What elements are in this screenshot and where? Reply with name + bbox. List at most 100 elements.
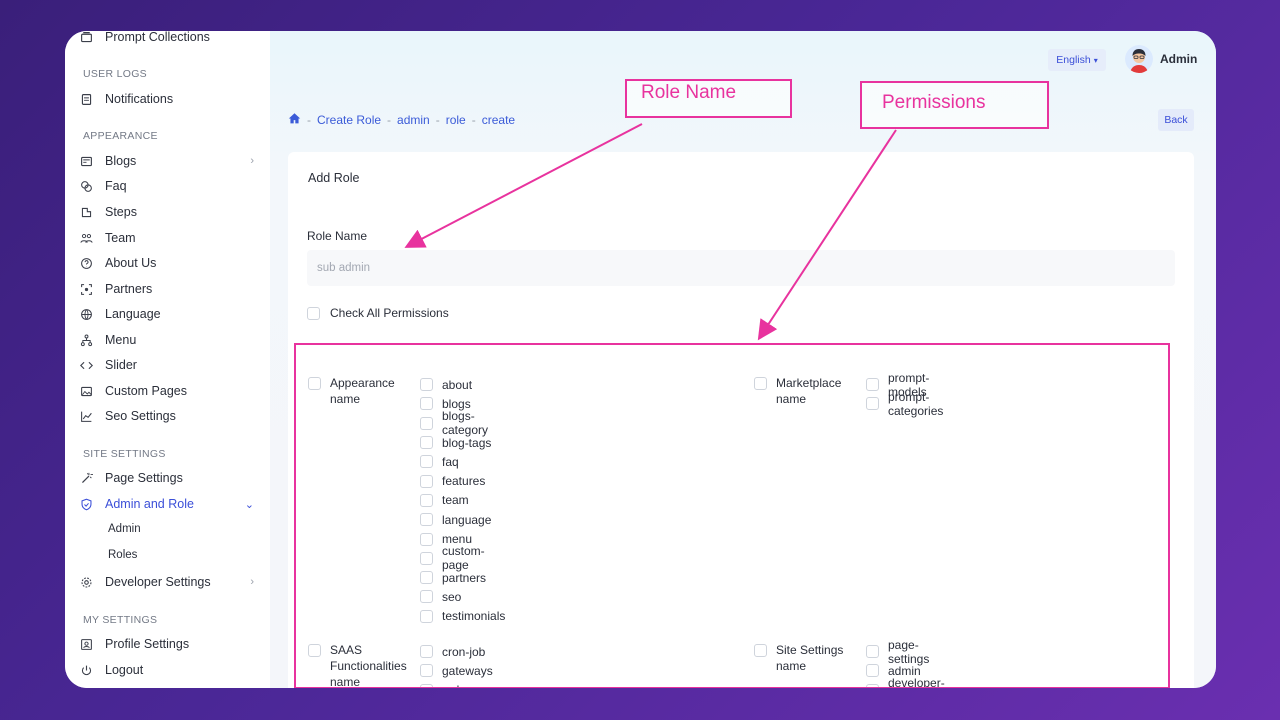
permission-item[interactable]: faq [420,452,505,471]
permission-checkbox[interactable] [866,397,879,411]
chevron-right-icon: › [250,155,254,167]
sidebar-item-custom-pages[interactable]: Custom Pages [79,381,264,401]
permission-label: team [442,493,469,508]
permission-item[interactable]: features [420,471,505,490]
permission-checkbox[interactable] [866,683,879,687]
permission-item[interactable]: order [420,681,493,687]
language-dropdown[interactable]: English ▾ [1048,49,1106,71]
sidebar-item-label: Notifications [105,92,174,106]
sidebar-item-about[interactable]: About Us [79,253,264,273]
permission-item[interactable]: page-settings [866,638,945,666]
group-checkbox[interactable] [754,377,767,390]
permission-label: cron-job [442,644,486,659]
sidebar-subitem-admin[interactable]: Admin [108,523,141,535]
sidebar-item-page-settings[interactable]: Page Settings [79,468,264,488]
permission-checkbox[interactable] [866,664,879,678]
group-checkbox[interactable] [308,377,321,390]
section-my-settings: MY SETTINGS [83,614,158,626]
permission-checkbox[interactable] [420,474,433,488]
role-name-input[interactable] [307,250,1175,286]
permission-checkbox[interactable] [420,645,433,659]
breadcrumb-admin[interactable]: admin [397,113,430,127]
sidebar-item-partners[interactable]: Partners [79,279,264,299]
sidebar-item-label: Logout [105,663,144,677]
chevron-down-icon: ⌄ [244,498,254,511]
permission-item[interactable]: cron-job [420,642,493,661]
permission-item[interactable]: custom-page [420,544,505,572]
sidebar-item-blogs[interactable]: Blogs › [79,151,264,171]
permission-checkbox[interactable] [420,609,433,623]
sidebar-item-faq[interactable]: Faq [79,176,264,196]
back-button[interactable]: Back [1158,109,1194,131]
section-site-settings: SITE SETTINGS [83,448,166,460]
permission-item[interactable]: about [420,375,505,394]
sidebar-item-prompt-collections[interactable]: Prompt Collections [79,31,264,47]
sidebar-item-team[interactable]: Team [79,228,264,248]
add-role-card: Add Role Role Name Check All Permissions… [288,152,1194,688]
permission-checkbox[interactable] [420,455,433,469]
sidebar-item-notifications[interactable]: Notifications [79,89,264,109]
permission-label: gateways [442,663,493,678]
sidebar-item-label: Menu [105,333,137,347]
permission-item[interactable]: seo [420,587,505,606]
sidebar-item-seo[interactable]: Seo Settings [79,406,264,426]
permission-checkbox[interactable] [866,378,879,392]
help-circle-icon [79,256,93,270]
main-content: English ▾ Admin - Create Role - admin - … [270,31,1216,688]
permission-item[interactable]: blogs-category [420,409,505,437]
breadcrumb-create[interactable]: create [482,113,515,127]
breadcrumb-create-role[interactable]: Create Role [317,113,381,127]
faq-icon [79,179,93,193]
sidebar-item-logout[interactable]: Logout [79,660,264,680]
group-checkbox[interactable] [754,644,767,657]
home-icon[interactable] [288,112,301,128]
permission-checkbox[interactable] [420,532,433,546]
sidebar-item-menu[interactable]: Menu [79,330,264,350]
globe-icon [79,307,93,321]
permission-checkbox[interactable] [420,590,433,604]
sidebar-subitem-roles[interactable]: Roles [108,549,137,561]
check-all-checkbox[interactable] [307,306,320,320]
permission-checkbox[interactable] [420,571,433,585]
permission-checkbox[interactable] [420,683,433,687]
avatar[interactable] [1125,45,1153,73]
permission-checkbox[interactable] [866,645,879,659]
sidebar-item-language[interactable]: Language [79,304,264,324]
permission-checkbox[interactable] [420,397,433,411]
sidebar-item-developer-settings[interactable]: Developer Settings › [79,572,264,592]
group-name: Appearance name [330,376,395,406]
permission-item[interactable]: prompt-categories [866,390,943,418]
permission-item[interactable]: team [420,491,505,510]
permission-checkbox[interactable] [420,551,433,565]
user-name[interactable]: Admin [1160,52,1197,66]
permissions-container: Appearance name about blogs blogs-catego… [294,343,1170,688]
permission-item[interactable]: developer-settings [866,676,945,687]
sidebar-item-admin-role[interactable]: Admin and Role ⌄ [79,494,264,514]
sidebar-item-slider[interactable]: Slider [79,355,264,375]
permission-checkbox[interactable] [420,664,433,678]
sidebar-item-profile-settings[interactable]: Profile Settings [79,634,264,654]
breadcrumb-separator: - [435,113,440,127]
sidebar-item-steps[interactable]: Steps [79,202,264,222]
permission-checkbox[interactable] [420,513,433,527]
sidebar-item-label: Custom Pages [105,384,187,398]
team-icon [79,231,93,245]
permission-item[interactable]: testimonials [420,607,505,626]
permission-checkbox[interactable] [420,416,433,430]
chevron-right-icon: › [250,576,254,588]
permission-checkbox[interactable] [420,378,433,392]
permission-label: seo [442,589,462,604]
permission-item[interactable]: gateways [420,661,493,680]
permission-checkbox[interactable] [420,493,433,507]
permission-label: custom-page [442,544,485,573]
section-appearance: APPEARANCE [83,130,158,142]
permission-label: page-settings [888,637,930,666]
group-checkbox[interactable] [308,644,321,657]
breadcrumb-role[interactable]: role [446,113,466,127]
permission-label: language [442,512,492,527]
notification-icon [79,92,93,106]
permission-checkbox[interactable] [420,436,433,450]
check-all-permissions[interactable]: Check All Permissions [307,306,449,320]
breadcrumb: - Create Role - admin - role - create [288,112,515,128]
permission-item[interactable]: language [420,510,505,529]
